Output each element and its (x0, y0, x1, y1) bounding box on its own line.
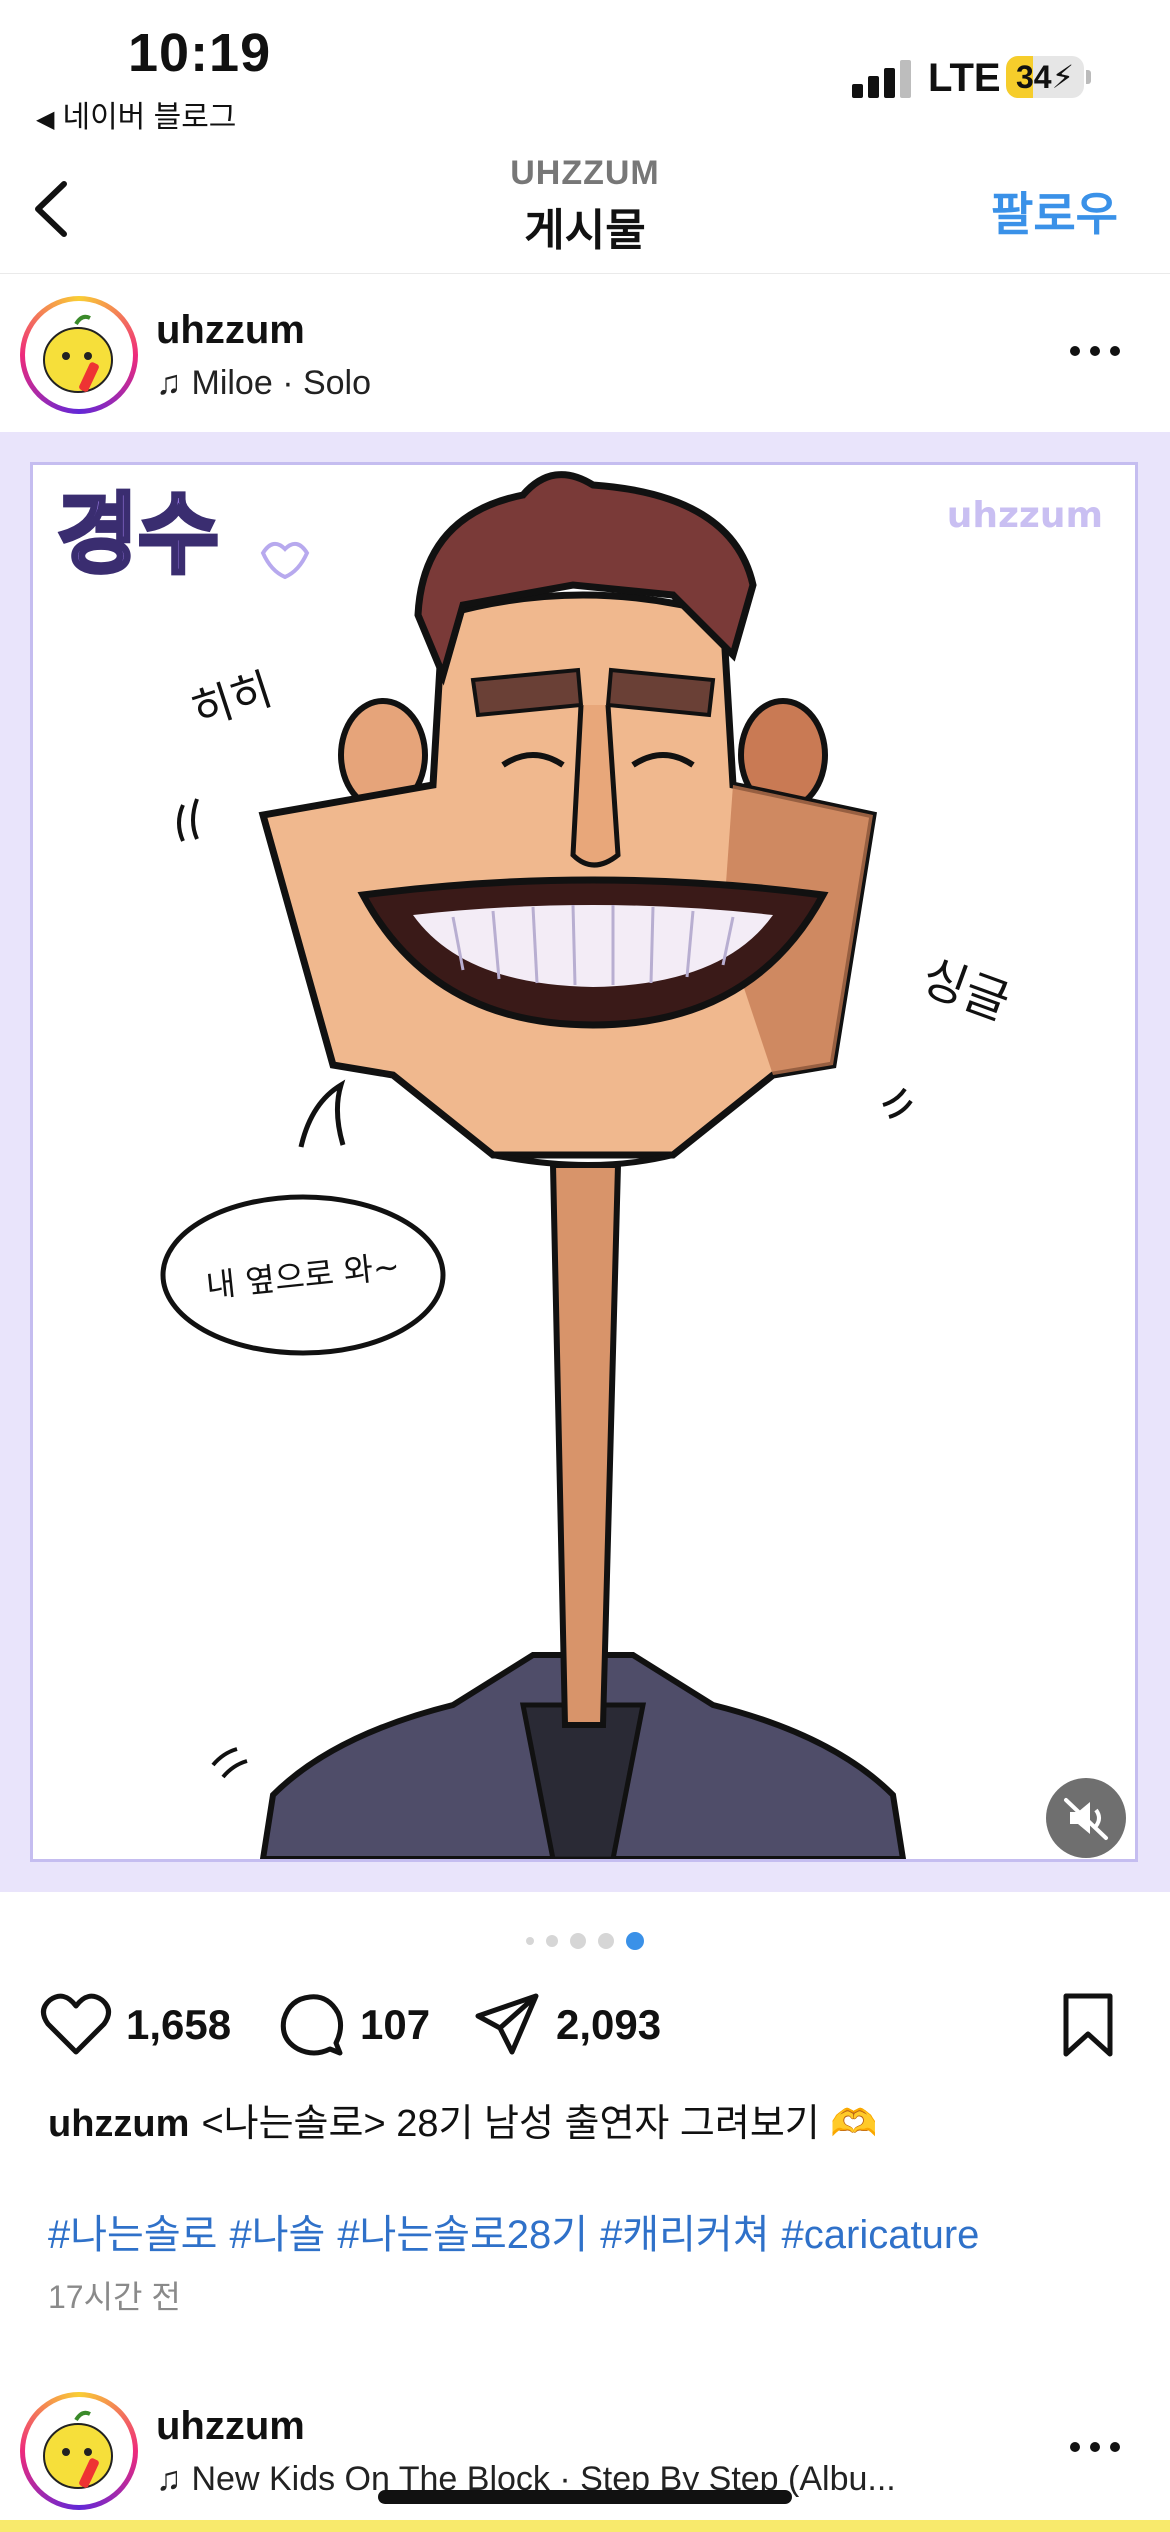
status-bar: 10:19 ◀ 네이버 블로그 LTE 34⚡ (0, 0, 1170, 140)
caption-username[interactable]: uhzzum (48, 2103, 189, 2145)
post-caption: uhzzum <나는솔로> 28기 남성 출연자 그려보기 🫶 (48, 2092, 878, 2147)
hashtag[interactable]: #caricature (782, 2213, 980, 2257)
carousel-dots (0, 1932, 1170, 1952)
hashtag[interactable]: #나는솔로28기 (337, 2213, 588, 2257)
heart-icon (41, 1993, 111, 2055)
carousel-dot[interactable] (526, 1937, 534, 1945)
character-name-text: 경수 (57, 483, 219, 586)
post-header: uhzzum ♫ Miloe · Solo (0, 274, 1170, 434)
status-time: 10:19 (128, 23, 272, 83)
avatar[interactable] (20, 2392, 138, 2510)
caricature-illustration: uhzzum 경수 히히 싱글 내 옆으로 와~ (55, 471, 1103, 1859)
hashtag[interactable]: #캐리커쳐 (600, 2213, 769, 2257)
carousel-dot[interactable] (546, 1935, 558, 1947)
mute-icon (1064, 1798, 1108, 1840)
battery-nub (1086, 70, 1091, 84)
carousel-dot[interactable] (598, 1933, 614, 1949)
bookmark-icon (1063, 1993, 1113, 2057)
avatar-lemon-image (43, 314, 113, 393)
like-count: 1,658 (126, 2001, 232, 2048)
heart-doodle (260, 541, 310, 580)
post-actions: 1,658 107 2,093 (0, 1980, 1170, 2070)
hashtag-list: #나는솔로 #나솔 #나는솔로28기 #캐리커쳐 #caricature (48, 2202, 991, 2260)
share-count: 2,093 (556, 2001, 662, 2048)
more-icon (1070, 346, 1080, 356)
more-icon (1070, 2442, 1080, 2452)
sfx-left-text: 히히 (186, 664, 279, 738)
post-music-label: Miloe · Solo (191, 364, 372, 402)
battery-icon: 34⚡ (1006, 56, 1084, 98)
caricature-image: uhzzum 경수 히히 싱글 내 옆으로 와~ (30, 462, 1138, 1862)
post-music[interactable]: ♫ Miloe · Solo (156, 364, 371, 403)
home-indicator[interactable] (378, 2490, 792, 2504)
next-post-username[interactable]: uhzzum (156, 2404, 305, 2449)
comment-icon (280, 1994, 344, 2056)
hashtag[interactable]: #나는솔로 (48, 2213, 217, 2257)
back-app-label: 네이버 블로그 (62, 101, 237, 134)
avatar-lemon-image (43, 2410, 113, 2489)
network-type: LTE (928, 56, 1001, 100)
music-note-icon: ♫ (156, 364, 182, 402)
post-time: 17시간 전 (48, 2279, 181, 2315)
caption-text: <나는솔로> 28기 남성 출연자 그려보기 🫶 (201, 2103, 878, 2145)
signal-icon (852, 58, 912, 98)
carousel-dot[interactable] (570, 1933, 586, 1949)
more-options-button[interactable] (1066, 2428, 1126, 2468)
comment-count: 107 (360, 2001, 431, 2048)
bottom-strip (0, 2520, 1170, 2532)
nav-header: UHZZUM 게시물 팔로우 (0, 140, 1170, 274)
like-button[interactable]: 1,658 (40, 1980, 231, 2070)
battery-percent: 34⚡ (1015, 59, 1075, 95)
avatar[interactable] (20, 296, 138, 414)
carousel-dot-active[interactable] (626, 1932, 644, 1950)
comment-button[interactable]: 107 (278, 1980, 430, 2070)
bookmark-button[interactable] (1060, 1980, 1116, 2070)
back-to-app-link[interactable]: ◀ 네이버 블로그 (36, 92, 236, 136)
share-button[interactable]: 2,093 (472, 1980, 661, 2070)
music-note-icon: ♫ (156, 2460, 182, 2498)
post-image-carousel[interactable]: uhzzum 경수 히히 싱글 내 옆으로 와~ (0, 432, 1170, 1892)
watermark-text: uhzzum (947, 495, 1103, 536)
next-post-header: uhzzum ♫ New Kids On The Block · Step By … (0, 2370, 1170, 2530)
follow-button[interactable]: 팔로우 (991, 178, 1118, 244)
hashtag[interactable]: #나솔 (229, 2213, 325, 2257)
more-options-button[interactable] (1066, 332, 1126, 372)
share-icon (475, 1993, 539, 2055)
back-triangle-icon: ◀ (36, 106, 55, 133)
mute-button[interactable] (1046, 1778, 1126, 1858)
sfx-right-text: 싱글 (914, 949, 1016, 1032)
post-username[interactable]: uhzzum (156, 308, 305, 353)
